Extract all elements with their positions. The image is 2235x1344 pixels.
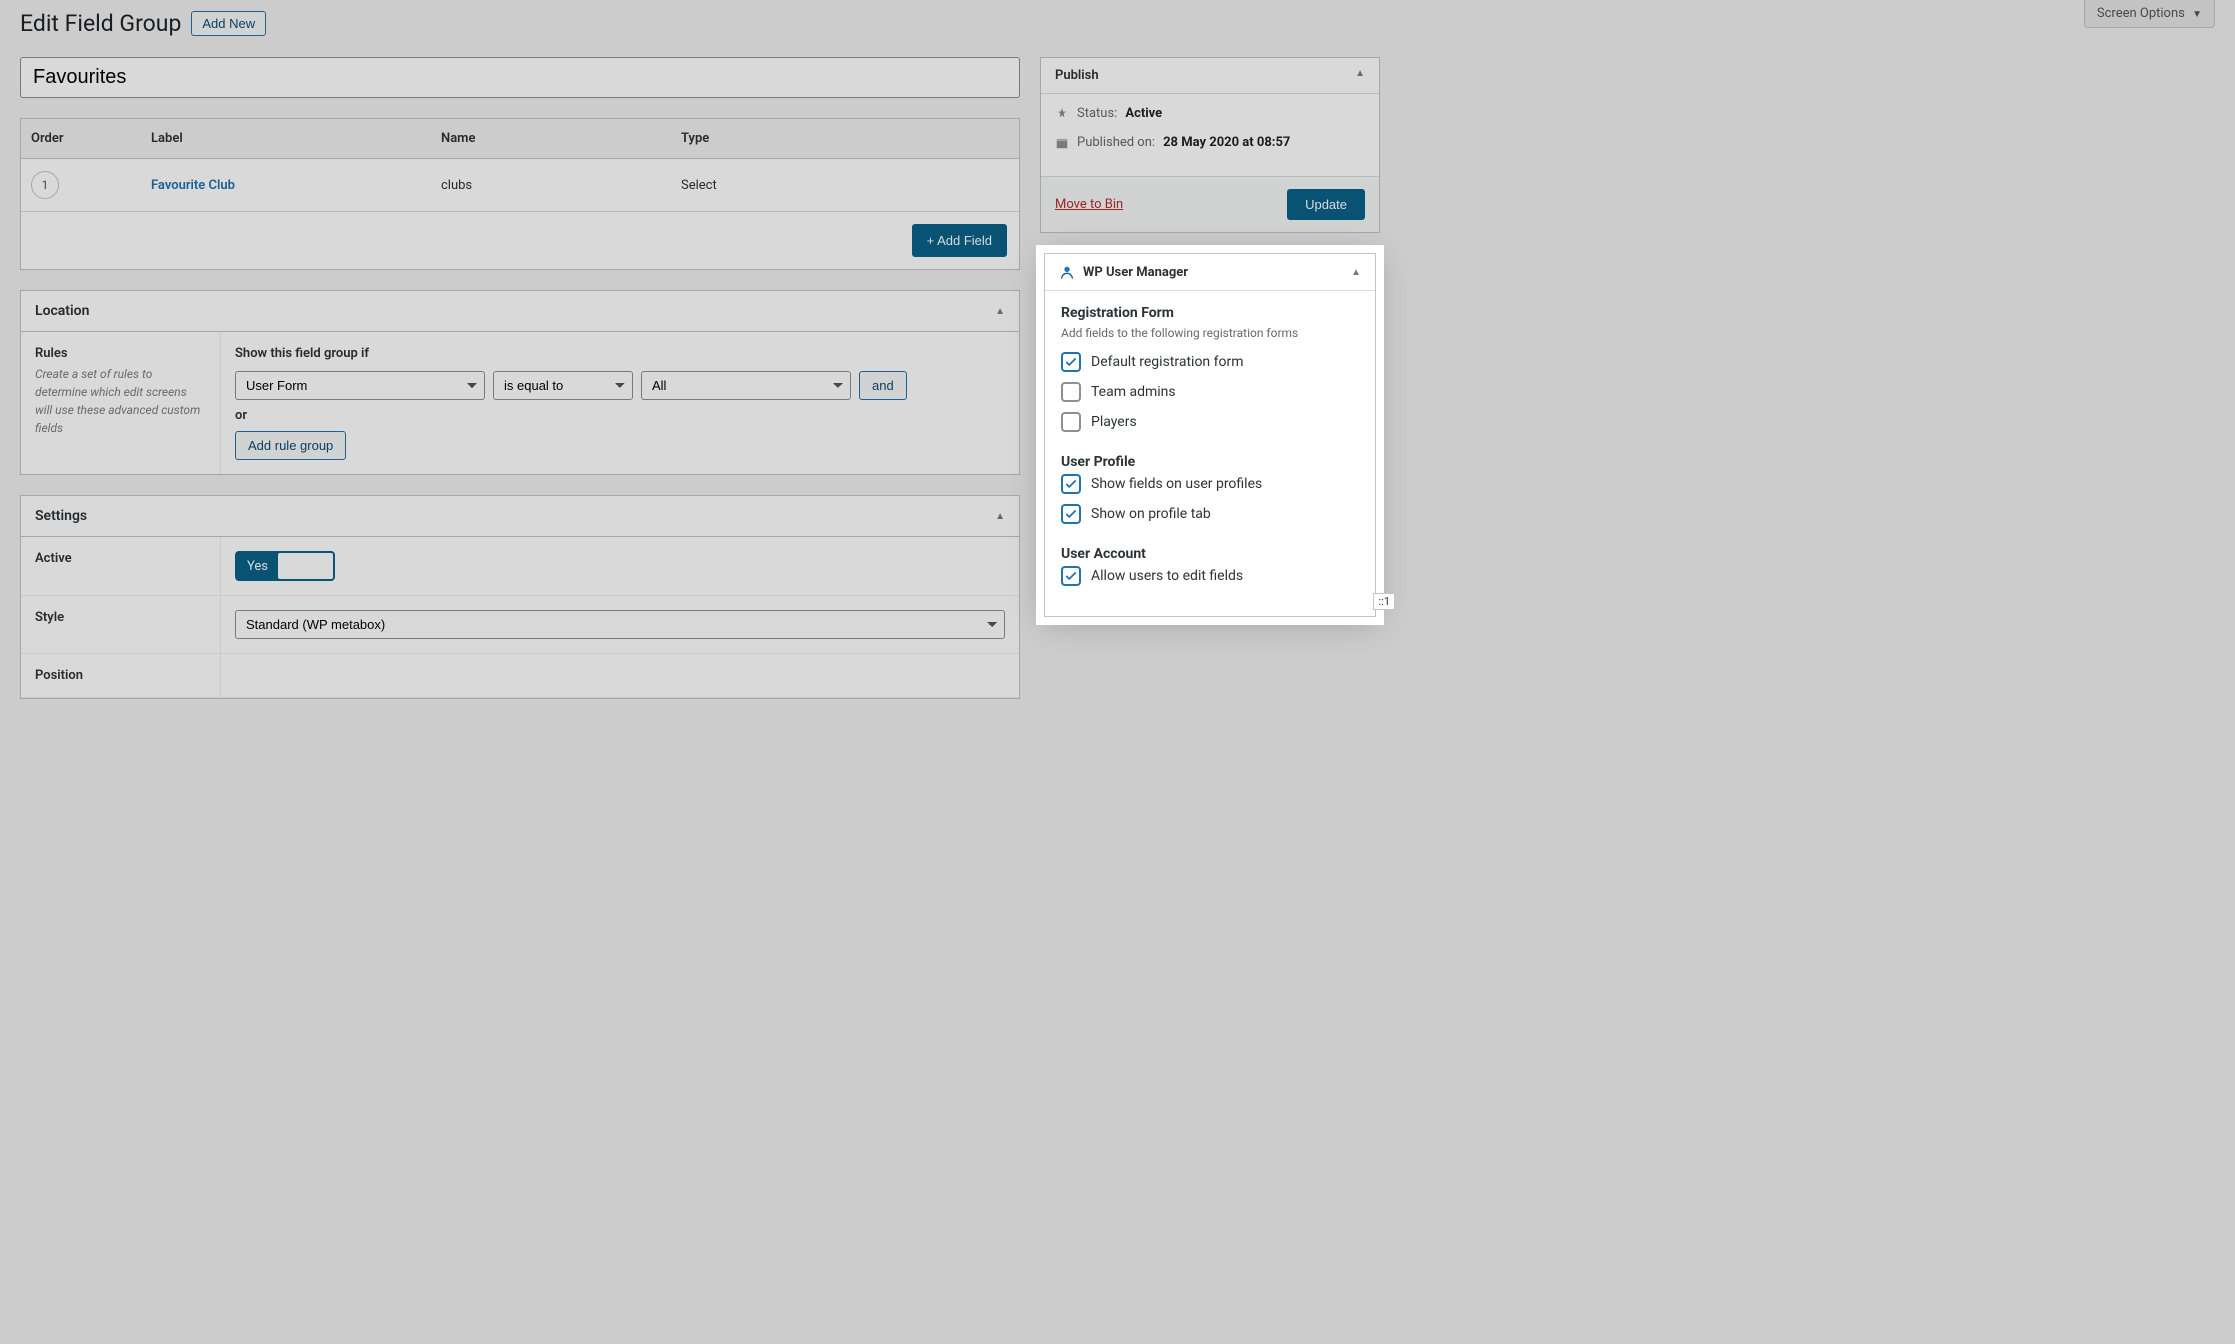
field-label-link[interactable]: Favourite Club bbox=[151, 178, 235, 193]
style-label: Style bbox=[21, 596, 221, 653]
publish-panel-header[interactable]: Publish ▲ bbox=[1041, 58, 1379, 94]
field-type-cell: Select bbox=[671, 166, 1019, 205]
settings-panel-header[interactable]: Settings ▲ bbox=[21, 496, 1019, 537]
position-label: Position bbox=[21, 654, 221, 697]
profile-option-label: Show fields on user profiles bbox=[1091, 476, 1262, 492]
rule-value-select[interactable]: All bbox=[641, 371, 851, 400]
registration-option[interactable]: Players bbox=[1061, 412, 1359, 432]
wpum-logo-icon bbox=[1059, 264, 1075, 280]
checkbox-icon bbox=[1061, 412, 1081, 432]
corner-badge: ::1 bbox=[1373, 593, 1395, 610]
col-header-type: Type bbox=[671, 119, 1019, 158]
add-new-button[interactable]: Add New bbox=[191, 11, 266, 36]
calendar-icon bbox=[1055, 136, 1069, 150]
settings-panel: Settings ▲ Active Yes Style Standa bbox=[20, 495, 1020, 699]
registration-sub: Add fields to the following registration… bbox=[1061, 325, 1359, 342]
page-title: Edit Field Group bbox=[20, 10, 181, 37]
show-if-label: Show this field group if bbox=[235, 346, 1005, 361]
registration-option[interactable]: Default registration form bbox=[1061, 352, 1359, 372]
chevron-up-icon: ▲ bbox=[995, 511, 1005, 522]
screen-options-tab[interactable]: Screen Options ▼ bbox=[2084, 0, 2215, 28]
registration-option-label: Players bbox=[1091, 414, 1137, 430]
rule-param-select[interactable]: User Form bbox=[235, 371, 485, 400]
chevron-up-icon: ▲ bbox=[1355, 68, 1365, 83]
add-field-button[interactable]: + Add Field bbox=[912, 224, 1007, 257]
registration-option[interactable]: Team admins bbox=[1061, 382, 1359, 402]
checkbox-icon bbox=[1061, 382, 1081, 402]
wpum-panel: WP User Manager ▲ Registration Form Add … bbox=[1044, 253, 1376, 617]
or-label: or bbox=[235, 408, 1005, 423]
fields-table: Order Label Name Type 1 Favourite Club c… bbox=[20, 118, 1020, 270]
update-button[interactable]: Update bbox=[1287, 189, 1365, 220]
profile-option[interactable]: Show fields on user profiles bbox=[1061, 474, 1359, 494]
location-title: Location bbox=[35, 303, 89, 319]
rule-operator-select[interactable]: is equal to bbox=[493, 371, 633, 400]
location-panel: Location ▲ Rules Create a set of rules t… bbox=[20, 290, 1020, 475]
style-select[interactable]: Standard (WP metabox) bbox=[235, 610, 1005, 639]
status-value: Active bbox=[1125, 106, 1162, 121]
toggle-yes-label: Yes bbox=[237, 559, 278, 574]
chevron-up-icon: ▲ bbox=[1351, 267, 1361, 278]
account-option-label: Allow users to edit fields bbox=[1091, 568, 1243, 584]
pin-icon bbox=[1055, 107, 1069, 121]
col-header-name: Name bbox=[431, 119, 671, 158]
rules-description: Create a set of rules to determine which… bbox=[35, 367, 200, 435]
account-heading: User Account bbox=[1061, 546, 1359, 562]
and-button[interactable]: and bbox=[859, 371, 907, 400]
chevron-down-icon: ▼ bbox=[2192, 9, 2202, 20]
settings-title: Settings bbox=[35, 508, 87, 524]
toggle-knob bbox=[278, 553, 333, 579]
registration-option-label: Team admins bbox=[1091, 384, 1176, 400]
checkbox-icon bbox=[1061, 352, 1081, 372]
registration-option-label: Default registration form bbox=[1091, 354, 1244, 370]
wpum-panel-header[interactable]: WP User Manager ▲ bbox=[1045, 254, 1375, 291]
published-value: 28 May 2020 at 08:57 bbox=[1163, 135, 1290, 150]
status-label: Status: bbox=[1077, 106, 1117, 121]
location-panel-header[interactable]: Location ▲ bbox=[21, 291, 1019, 332]
checkbox-icon bbox=[1061, 474, 1081, 494]
col-header-label: Label bbox=[141, 119, 431, 158]
group-title-input[interactable] bbox=[20, 57, 1020, 98]
active-label: Active bbox=[21, 537, 221, 595]
profile-option[interactable]: Show on profile tab bbox=[1061, 504, 1359, 524]
active-toggle[interactable]: Yes bbox=[235, 551, 335, 581]
move-to-bin-link[interactable]: Move to Bin bbox=[1055, 197, 1123, 212]
registration-heading: Registration Form bbox=[1061, 305, 1359, 321]
add-rule-group-button[interactable]: Add rule group bbox=[235, 431, 346, 460]
field-name-cell: clubs bbox=[431, 166, 671, 205]
profile-option-label: Show on profile tab bbox=[1091, 506, 1211, 522]
chevron-up-icon: ▲ bbox=[995, 306, 1005, 317]
screen-options-label: Screen Options bbox=[2097, 6, 2185, 21]
checkbox-icon bbox=[1061, 504, 1081, 524]
account-option[interactable]: Allow users to edit fields bbox=[1061, 566, 1359, 586]
order-badge: 1 bbox=[31, 171, 59, 199]
field-row[interactable]: 1 Favourite Club clubs Select bbox=[21, 159, 1019, 212]
wpum-title: WP User Manager bbox=[1083, 265, 1188, 280]
published-label: Published on: bbox=[1077, 135, 1155, 150]
publish-panel: Publish ▲ Status: Active Published on: 2… bbox=[1040, 57, 1380, 233]
col-header-order: Order bbox=[21, 119, 141, 158]
rules-label: Rules bbox=[35, 346, 206, 361]
profile-heading: User Profile bbox=[1061, 454, 1359, 470]
publish-title: Publish bbox=[1055, 68, 1099, 83]
checkbox-icon bbox=[1061, 566, 1081, 586]
